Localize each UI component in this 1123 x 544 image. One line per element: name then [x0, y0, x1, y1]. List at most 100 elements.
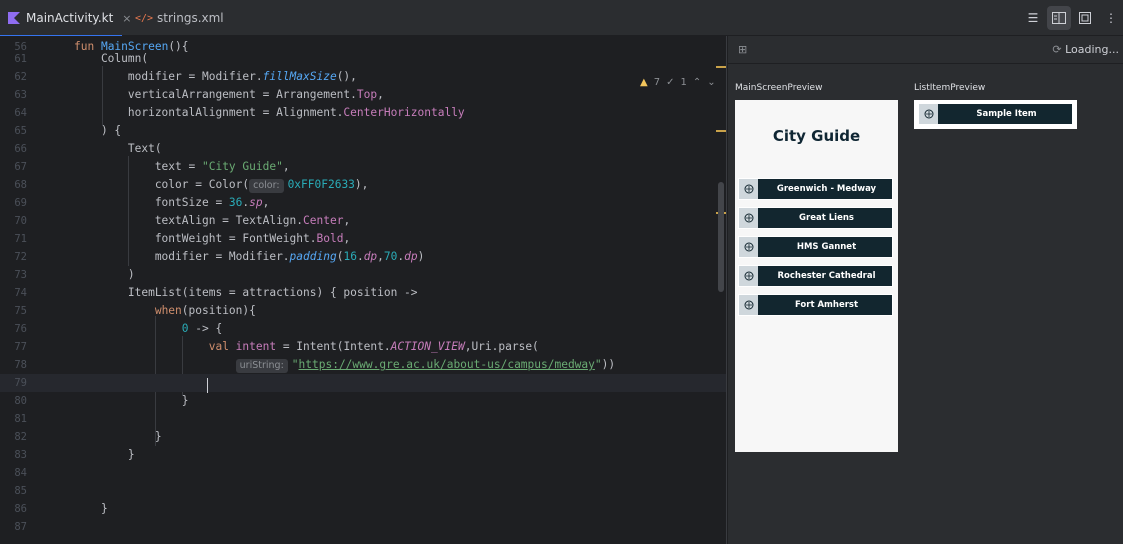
main-screen-preview[interactable]: City Guide Greenwich - Medway Great Liens… — [735, 100, 898, 452]
code-text: when(position){ — [74, 302, 256, 320]
line-number: 84 — [14, 467, 27, 479]
code-token: padding — [289, 250, 337, 263]
previous-highlight-icon[interactable]: ⌃ — [693, 77, 701, 88]
code-token: intent — [235, 340, 277, 353]
attraction-name: Great Liens — [799, 213, 854, 223]
code-token: (), — [336, 70, 357, 83]
code-line[interactable]: 69 fontSize = 36.sp, — [0, 194, 726, 212]
design-view-icon[interactable] — [1073, 6, 1097, 30]
list-item-preview[interactable]: Sample Item — [914, 100, 1077, 129]
code-token: sp — [249, 196, 263, 209]
line-number: 72 — [14, 251, 27, 263]
code-line[interactable]: 82 } — [0, 428, 726, 446]
line-number: 83 — [14, 449, 27, 461]
code-line[interactable]: 74 ItemList(items = attractions) { posit… — [0, 284, 726, 302]
preview-layout-icon[interactable]: ⊞ — [738, 43, 747, 56]
line-number: 69 — [14, 197, 27, 209]
line-number: 76 — [14, 323, 27, 335]
code-token: } — [74, 502, 108, 515]
tab-label: strings.xml — [157, 11, 224, 25]
line-number: 70 — [14, 215, 27, 227]
attraction-list-item[interactable]: Rochester Cathedral — [738, 265, 893, 287]
code-line[interactable]: 67 text = "City Guide", — [0, 158, 726, 176]
tab-mainactivity[interactable]: MainActivity.kt × — [0, 0, 132, 37]
code-line[interactable]: 87 — [0, 518, 726, 536]
code-text: ) — [74, 266, 135, 284]
more-options-icon[interactable]: ⋮ — [1099, 6, 1123, 30]
code-line[interactable]: 68 color = Color(color: 0xFF0F2633), — [0, 176, 726, 194]
code-text: horizontalAlignment = Alignment.CenterHo… — [74, 104, 465, 122]
line-number: 87 — [14, 521, 27, 533]
code-line[interactable]: 86 } — [0, 500, 726, 518]
line-number: 75 — [14, 305, 27, 317]
code-line[interactable]: 65 ) { — [0, 122, 726, 140]
list-item-preview-label: ListItemPreview — [914, 83, 986, 93]
code-line[interactable]: 64 horizontalAlignment = Alignment.Cente… — [0, 104, 726, 122]
line-number: 81 — [14, 413, 27, 425]
line-number: 66 — [14, 143, 27, 155]
ide-window: MainActivity.kt × </> strings.xml ☰ ⋮ 56… — [0, 0, 1123, 544]
line-number: 63 — [14, 89, 27, 101]
code-line[interactable]: 76 0 -> { — [0, 320, 726, 338]
code-text: } — [74, 428, 162, 446]
error-stripe-mark[interactable] — [716, 66, 726, 68]
code-token: } — [74, 448, 135, 461]
code-line[interactable]: 61 Column( — [0, 50, 726, 68]
code-line[interactable]: 85 — [0, 482, 726, 500]
code-line[interactable]: 84 — [0, 464, 726, 482]
code-line[interactable]: 66 Text( — [0, 140, 726, 158]
code-line[interactable]: 62 modifier = Modifier.fillMaxSize(), — [0, 68, 726, 86]
line-number: 62 — [14, 71, 27, 83]
code-token: modifier = Modifier. — [74, 70, 263, 83]
split-view-icon[interactable] — [1047, 6, 1071, 30]
code-line[interactable]: 79 — [0, 374, 726, 392]
code-line[interactable]: 75 when(position){ — [0, 302, 726, 320]
attraction-list-item[interactable]: Fort Amherst — [738, 294, 893, 316]
vertical-scrollbar[interactable] — [718, 182, 724, 292]
line-number: 73 — [14, 269, 27, 281]
xml-file-icon: </> — [134, 12, 154, 24]
code-text: 0 -> { — [74, 320, 222, 338]
attraction-list-item[interactable]: Great Liens — [738, 207, 893, 229]
code-token: ACTION_VIEW — [390, 340, 465, 353]
next-highlight-icon[interactable]: ⌄ — [707, 77, 715, 88]
code-line[interactable]: 73 ) — [0, 266, 726, 284]
code-line[interactable]: 78 uriString: "https://www.gre.ac.uk/abou… — [0, 356, 726, 374]
parameter-hint: color: — [249, 179, 284, 193]
code-line[interactable]: 63 verticalArrangement = Arrangement.Top… — [0, 86, 726, 104]
code-token: Top — [356, 88, 378, 101]
code-text: color = Color(color: 0xFF0F2633), — [74, 176, 368, 194]
code-token: https://www.gre.ac.uk/about-us/campus/me… — [298, 358, 595, 371]
line-number: 74 — [14, 287, 27, 299]
attraction-list-item[interactable]: Greenwich - Medway — [738, 178, 893, 200]
code-token: ItemList(items = attractions) { position… — [74, 286, 418, 299]
tab-strings-xml[interactable]: </> strings.xml — [131, 0, 251, 36]
inspection-widget[interactable]: ▲ 7 ✓ 1 ⌃ ⌄ — [640, 74, 716, 90]
tab-label: MainActivity.kt — [26, 11, 114, 25]
code-editor[interactable]: 56 fun MainScreen(){61 Column(62 modifier… — [0, 36, 727, 544]
code-line[interactable]: 80 } — [0, 392, 726, 410]
code-line[interactable]: 71 fontWeight = FontWeight.Bold, — [0, 230, 726, 248]
code-line[interactable]: 83 } — [0, 446, 726, 464]
code-token: CenterHorizontally — [343, 106, 465, 119]
code-line[interactable]: 77 val intent = Intent(Intent.ACTION_VIE… — [0, 338, 726, 356]
code-line[interactable]: 70 textAlign = TextAlign.Center, — [0, 212, 726, 230]
code-line[interactable]: 72 modifier = Modifier.padding(16.dp,70.… — [0, 248, 726, 266]
code-token: } — [74, 394, 189, 407]
code-view-icon[interactable]: ☰ — [1021, 6, 1045, 30]
attraction-list-item[interactable]: HMS Gannet — [738, 236, 893, 258]
code-line[interactable]: 81 — [0, 410, 726, 428]
line-number: 82 — [14, 431, 27, 443]
attraction-name: Fort Amherst — [794, 300, 859, 310]
line-number: 77 — [14, 341, 27, 353]
weak-warning-count: 1 — [680, 76, 687, 88]
view-mode-toolbar: ☰ ⋮ — [1021, 6, 1123, 30]
code-token: when — [154, 304, 182, 317]
sample-list-item: Sample Item — [918, 103, 1073, 125]
code-text: ) { — [74, 122, 121, 140]
code-text: } — [74, 500, 108, 518]
error-stripe-mark[interactable] — [716, 130, 726, 132]
code-text: fontWeight = FontWeight.Bold, — [74, 230, 350, 248]
code-token: , — [377, 88, 384, 101]
item-image-icon — [739, 295, 761, 315]
